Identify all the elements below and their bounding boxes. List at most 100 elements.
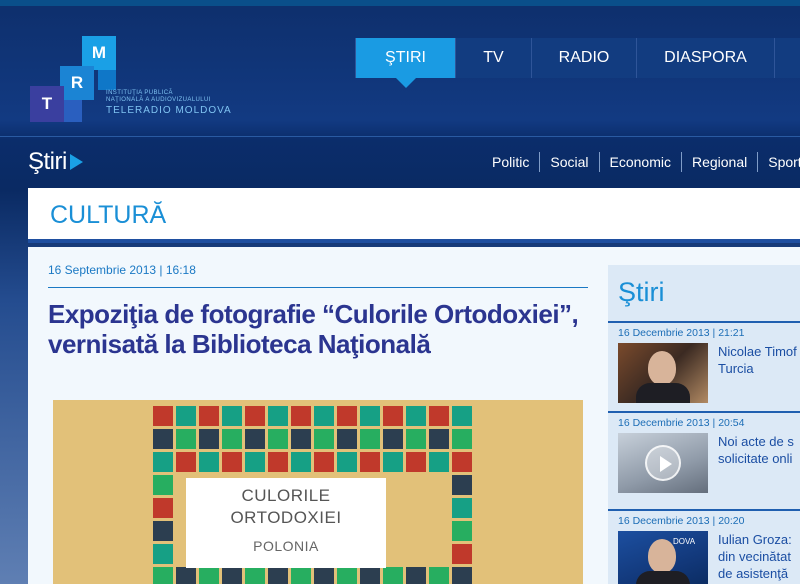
mosaic-tile <box>222 406 242 426</box>
logo-text: Instituţia Publică Naţională a Audiovizu… <box>106 90 232 116</box>
mosaic-tile <box>383 567 403 584</box>
article-headline: Expoziţia de fotografie “Culorile Ortodo… <box>48 299 579 359</box>
mosaic-tile <box>429 406 449 426</box>
news-item-title[interactable]: Iulian Groza: din vecinătat de asistenţă <box>718 531 800 582</box>
logo-tile-t: T <box>30 86 64 122</box>
mosaic-tile <box>360 567 380 584</box>
mosaic-tile <box>406 567 426 584</box>
mosaic-tile <box>176 429 196 449</box>
mosaic-tile <box>452 429 472 449</box>
trm-logo[interactable]: M R T Instituţia Publică Naţională a Aud… <box>30 36 240 126</box>
mosaic-tile <box>199 429 219 449</box>
subnav-economic[interactable]: Economic <box>598 152 681 172</box>
sidebar-news-item[interactable]: 16 Decembrie 2013 | 21:21 Nicolae Timof … <box>608 321 800 405</box>
mosaic-tile <box>360 429 380 449</box>
subnav-politic[interactable]: Politic <box>482 152 539 172</box>
mosaic-tile <box>291 429 311 449</box>
category-bar: CULTURĂ <box>28 188 800 243</box>
section-title-text: Ştiri <box>28 148 67 175</box>
subnav-sport[interactable]: Sport <box>757 152 800 172</box>
mosaic-tile <box>268 567 288 584</box>
mosaic-tile <box>222 567 242 584</box>
mosaic-tile <box>245 452 265 472</box>
mosaic-tile <box>452 544 472 564</box>
mosaic-tile <box>153 475 173 495</box>
news-item-date: 16 Decembrie 2013 | 20:20 <box>618 515 745 527</box>
mosaic-tile <box>153 429 173 449</box>
image-card-line-1: CULORILE <box>241 486 331 505</box>
mosaic-tile <box>245 567 265 584</box>
mosaic-tile <box>452 452 472 472</box>
mosaic-tile <box>337 429 357 449</box>
nav-tv[interactable]: TV <box>455 38 531 78</box>
mosaic-tile <box>452 567 472 584</box>
news-item-date: 16 Decembrie 2013 | 21:21 <box>618 327 745 339</box>
subnav-social[interactable]: Social <box>539 152 598 172</box>
mosaic-tile <box>153 498 173 518</box>
news-thumbnail[interactable]: DOVA <box>618 531 708 584</box>
mosaic-tile <box>383 452 403 472</box>
news-item-divider <box>608 509 800 511</box>
mosaic-tile <box>222 429 242 449</box>
mosaic-tile <box>314 452 334 472</box>
mosaic-tile <box>429 452 449 472</box>
mosaic-tile <box>337 406 357 426</box>
mosaic-tile <box>360 406 380 426</box>
mosaic-tile <box>268 429 288 449</box>
logo-line-2: Naţională a Audiovizualului <box>106 97 211 103</box>
play-video-icon[interactable] <box>645 445 681 481</box>
subnav-regional[interactable]: Regional <box>680 152 757 172</box>
mosaic-tile <box>291 406 311 426</box>
person-photo-suit <box>636 383 690 403</box>
news-thumbnail[interactable] <box>618 433 708 493</box>
sidebar-news-item[interactable]: 16 Decembrie 2013 | 20:20 DOVA Iulian Gr… <box>608 509 800 584</box>
logo-tile-m: M <box>82 36 116 70</box>
mosaic-tile <box>337 452 357 472</box>
mosaic-tile <box>406 452 426 472</box>
mosaic-tile <box>176 452 196 472</box>
news-sidebar: Ştiri 16 Decembrie 2013 | 21:21 Nicolae … <box>608 265 800 584</box>
image-card-line-2: ORTODOXIEI <box>230 508 342 527</box>
article-image[interactable]: CULORILE ORTODOXIEI POLONIA <box>53 400 583 584</box>
mosaic-tile <box>199 567 219 584</box>
category-title: CULTURĂ <box>50 201 167 229</box>
main-navigation: ŞTIRI TV RADIO DIASPORA <box>355 38 800 88</box>
date-divider <box>48 287 588 288</box>
logo-tile-decor-2 <box>64 100 82 122</box>
news-item-title[interactable]: Noi acte de s solicitate onli <box>718 433 800 467</box>
thumbnail-badge: DOVA <box>673 537 696 546</box>
mosaic-tile <box>153 544 173 564</box>
logo-tile-decor <box>98 70 116 90</box>
image-card-line-3: POLONIA <box>253 538 319 554</box>
nav-overflow[interactable] <box>774 38 800 78</box>
mosaic-tile <box>406 429 426 449</box>
mosaic-tile <box>314 406 334 426</box>
nav-stiri[interactable]: ŞTIRI <box>355 38 455 88</box>
mosaic-tile <box>176 406 196 426</box>
mosaic-tile <box>153 567 173 584</box>
news-item-title[interactable]: Nicolae Timof Turcia <box>718 343 800 377</box>
mosaic-tile <box>176 567 196 584</box>
section-title[interactable]: Ştiri <box>28 148 83 176</box>
sidebar-news-item[interactable]: 16 Decembrie 2013 | 20:54 Noi acte de s … <box>608 411 800 495</box>
mosaic-tile <box>452 521 472 541</box>
mosaic-tile <box>429 567 449 584</box>
sub-navigation: Politic Social Economic Regional Sport <box>482 152 800 172</box>
content-area: 16 Septembrie 2013 | 16:18 Expoziţia de … <box>28 247 800 584</box>
mosaic-tile <box>222 452 242 472</box>
mosaic-tile <box>199 452 219 472</box>
mosaic-tile <box>245 406 265 426</box>
mosaic-tile <box>268 406 288 426</box>
nav-radio[interactable]: RADIO <box>531 38 636 78</box>
mosaic-tile <box>452 498 472 518</box>
person-photo-face <box>648 539 676 573</box>
mosaic-tile <box>406 406 426 426</box>
mosaic-tile <box>429 429 449 449</box>
mosaic-tile <box>153 406 173 426</box>
logo-line-3: TELERADIO MOLDOVA <box>106 105 232 116</box>
mosaic-tile <box>314 567 334 584</box>
mosaic-tile <box>245 429 265 449</box>
nav-diaspora[interactable]: DIASPORA <box>636 38 774 78</box>
news-thumbnail[interactable] <box>618 343 708 403</box>
arrow-right-icon <box>69 154 83 170</box>
